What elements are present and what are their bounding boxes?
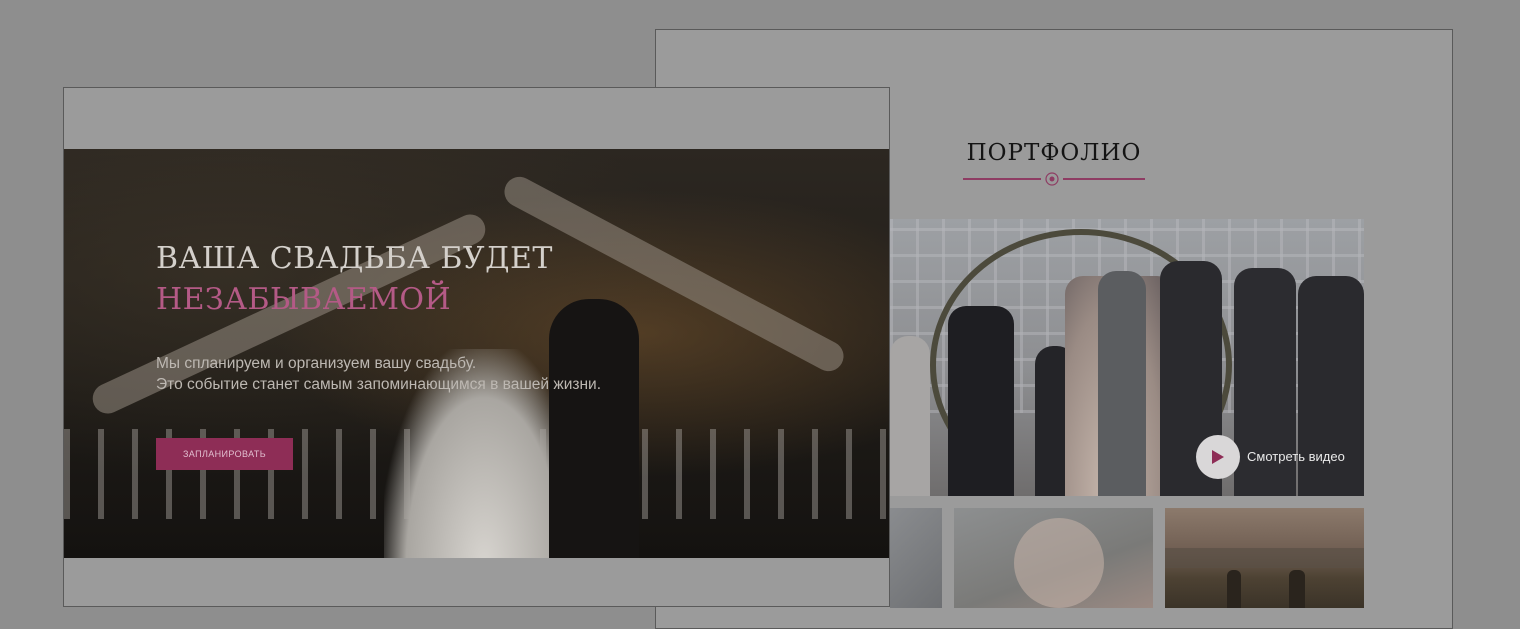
portfolio-thumbnail[interactable] <box>954 508 1153 608</box>
hero-title-accent: НЕЗАБЫВАЕМОЙ <box>156 282 452 317</box>
hero-title: ВАША СВАДЬБА БУДЕТ НЕЗАБЫВАЕМОЙ <box>156 238 553 320</box>
play-video-button[interactable] <box>1196 435 1240 479</box>
groom-figure <box>1098 271 1146 496</box>
couple-silhouette <box>1289 570 1305 608</box>
portfolio-main-photo[interactable]: Смотреть видео <box>890 219 1364 496</box>
groom-suit <box>549 299 639 558</box>
seating-sign <box>824 289 879 349</box>
guest-figure <box>890 336 930 496</box>
hero-description-line1: Мы спланируем и организуем вашу свадьбу. <box>156 355 477 372</box>
title-divider-right <box>1063 178 1145 180</box>
portfolio-thumbnail[interactable] <box>890 508 942 608</box>
flower-icon <box>1045 172 1059 186</box>
guest-figure <box>948 306 1014 496</box>
mountain-ridge <box>1165 548 1364 568</box>
portfolio-thumbnail[interactable] <box>1165 508 1364 608</box>
hands-detail <box>1014 518 1104 608</box>
plan-wedding-button[interactable]: ЗАПЛАНИРОВАТЬ <box>156 438 293 470</box>
couple-silhouette <box>1227 570 1241 608</box>
play-icon <box>1212 450 1224 464</box>
title-divider-left <box>963 178 1041 180</box>
watch-video-link[interactable]: Смотреть видео <box>1247 449 1345 464</box>
hero-title-line1: ВАША СВАДЬБА БУДЕТ <box>156 241 553 276</box>
hero-description-line2: Это событие станет самым запоминающимся … <box>156 376 602 393</box>
hero-description: Мы спланируем и организуем вашу свадьбу.… <box>156 353 601 395</box>
